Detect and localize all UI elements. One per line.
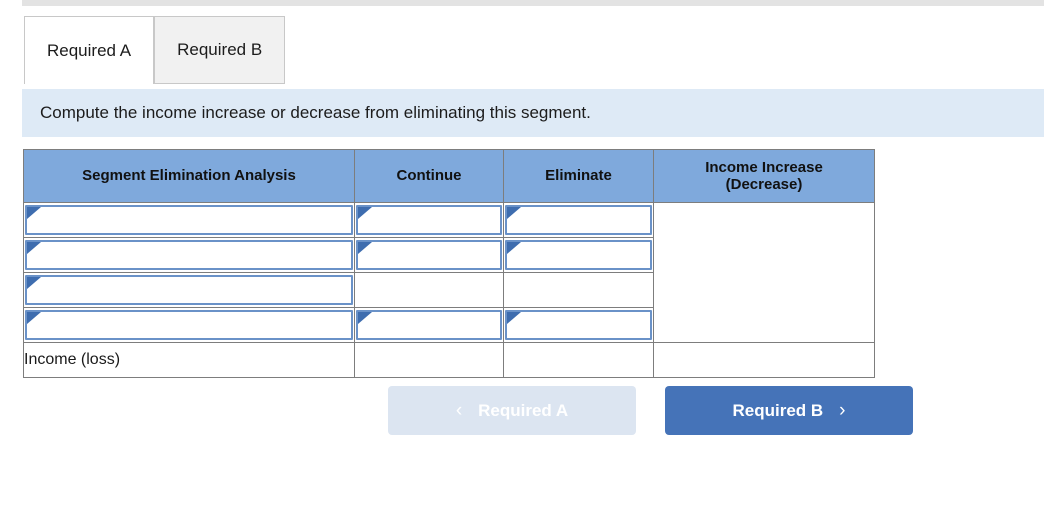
chevron-left-icon: ‹ bbox=[455, 400, 463, 421]
row-2-continue-cell[interactable] bbox=[354, 237, 504, 273]
previous-button-label: Required A bbox=[478, 400, 569, 420]
row-2-eliminate-input[interactable] bbox=[505, 240, 652, 270]
row-4-continue-input[interactable] bbox=[356, 310, 502, 340]
row-4-continue-cell[interactable] bbox=[354, 307, 504, 343]
row-1-continue-field[interactable] bbox=[358, 207, 500, 233]
segment-elimination-table-wrapper: Segment Elimination Analysis Continue El… bbox=[23, 149, 875, 378]
tab-required-b[interactable]: Required B bbox=[154, 16, 286, 84]
row-3-label-field[interactable] bbox=[27, 277, 351, 303]
row-4-eliminate-field[interactable] bbox=[507, 312, 650, 338]
row-1-eliminate-field[interactable] bbox=[507, 207, 650, 233]
row-1-eliminate-cell[interactable] bbox=[503, 202, 654, 238]
row-1-label-field[interactable] bbox=[27, 207, 351, 233]
total-row-eliminate-cell bbox=[503, 342, 654, 378]
row-3-eliminate-cell[interactable] bbox=[503, 272, 654, 308]
row-3-continue-value bbox=[355, 274, 503, 306]
segment-elimination-table: Segment Elimination Analysis Continue El… bbox=[23, 149, 875, 378]
row-2-eliminate-cell[interactable] bbox=[503, 237, 654, 273]
row-4-label-cell[interactable] bbox=[23, 307, 355, 343]
tab-required-a-label: Required A bbox=[47, 40, 132, 60]
tab-required-b-label: Required B bbox=[177, 40, 263, 59]
row-1-continue-input[interactable] bbox=[356, 205, 502, 235]
row-4-label-field[interactable] bbox=[27, 312, 351, 338]
row-2-label-cell[interactable] bbox=[23, 237, 355, 273]
row-2-label-input[interactable] bbox=[25, 240, 353, 270]
row-3-label-cell[interactable] bbox=[23, 272, 355, 308]
row-1-continue-cell[interactable] bbox=[354, 202, 504, 238]
table-header-row: Segment Elimination Analysis Continue El… bbox=[23, 149, 875, 203]
total-row-income-increase-cell bbox=[653, 342, 875, 378]
total-row-label: Income (loss) bbox=[23, 342, 355, 378]
column-header-income-line1: Income Increase bbox=[705, 158, 823, 176]
row-4-continue-field[interactable] bbox=[358, 312, 500, 338]
row-3-continue-cell[interactable] bbox=[354, 272, 504, 308]
previous-required-a-button[interactable]: ‹ Required A bbox=[388, 386, 636, 435]
instruction-text: Compute the income increase or decrease … bbox=[40, 103, 591, 122]
row-4-eliminate-cell[interactable] bbox=[503, 307, 654, 343]
income-increase-merged-cell[interactable] bbox=[653, 202, 875, 343]
row-1-eliminate-input[interactable] bbox=[505, 205, 652, 235]
column-header-eliminate: Eliminate bbox=[503, 149, 654, 203]
row-2-continue-field[interactable] bbox=[358, 242, 500, 268]
row-2-eliminate-field[interactable] bbox=[507, 242, 650, 268]
instruction-banner: Compute the income increase or decrease … bbox=[22, 89, 1044, 137]
chevron-right-icon: › bbox=[839, 400, 846, 421]
row-2-continue-input[interactable] bbox=[356, 240, 502, 270]
row-3-eliminate-value bbox=[504, 274, 653, 306]
column-header-continue: Continue bbox=[354, 149, 504, 203]
row-3-label-input[interactable] bbox=[25, 275, 353, 305]
row-2-label-field[interactable] bbox=[27, 242, 351, 268]
next-required-b-button[interactable]: Required B › bbox=[665, 386, 913, 435]
next-button-label: Required B bbox=[732, 400, 824, 420]
top-scroll-strip[interactable] bbox=[22, 0, 1044, 6]
tab-bar: Required A Required B bbox=[24, 16, 286, 85]
row-4-label-input[interactable] bbox=[25, 310, 353, 340]
footer-navigation: ‹ Required A Required B › bbox=[388, 386, 913, 435]
column-header-income-line2: (Decrease) bbox=[725, 176, 803, 193]
column-header-income-increase: Income Increase (Decrease) bbox=[653, 149, 875, 203]
tab-required-a[interactable]: Required A bbox=[24, 16, 155, 85]
row-4-eliminate-input[interactable] bbox=[505, 310, 652, 340]
table-row bbox=[23, 202, 875, 343]
row-1-label-input[interactable] bbox=[25, 205, 353, 235]
row-1-label-cell[interactable] bbox=[23, 202, 355, 238]
column-header-analysis: Segment Elimination Analysis bbox=[23, 149, 355, 203]
total-row-continue-cell bbox=[354, 342, 504, 378]
table-total-row: Income (loss) bbox=[23, 342, 875, 378]
